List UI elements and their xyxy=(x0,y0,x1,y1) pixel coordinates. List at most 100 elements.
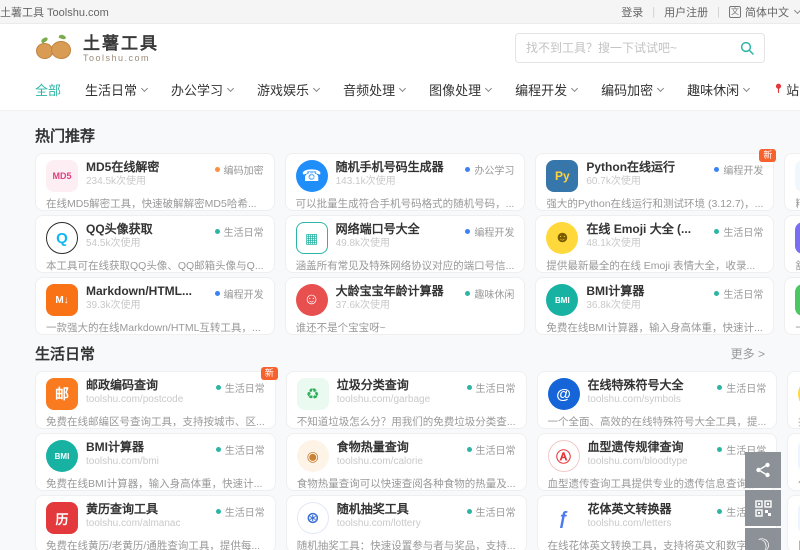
category-dot xyxy=(214,229,220,234)
nav-item-2[interactable]: 办公学习 xyxy=(171,80,235,99)
tool-subtitle: 143.1k次使用 xyxy=(335,176,396,187)
register-link[interactable]: 用户注册 xyxy=(664,4,708,20)
nav-item-0[interactable]: 全部 xyxy=(35,80,61,99)
category-tag: 生活日常 xyxy=(714,286,763,301)
card-top: ♻ 垃圾分类查询 toolshu.com/garbage 生活日常 xyxy=(296,378,516,410)
tool-title: 黄历查询工具 xyxy=(86,502,159,516)
language-selector[interactable]: 文 简体中文 xyxy=(729,4,800,20)
category-label: 生活日常 xyxy=(726,384,767,395)
postmark-icon: 邮 xyxy=(46,378,78,410)
tool-description: 在线MD5解密工具，快速破解解密MD5哈希... xyxy=(46,198,257,210)
tool-card[interactable]: ☻ 在线 Emoji 大全 (... 48.1k次使用 生活日常 提供最新最全的在线 E… xyxy=(535,215,775,273)
search-icon[interactable] xyxy=(740,41,754,55)
card-top: ▦ 网络端口号大全 49.8k次使用 编程开发 xyxy=(295,222,515,254)
tool-subtitle: toolshu.com/bmi xyxy=(86,456,159,467)
tool-card[interactable]: Q QQ头像获取 54.5k次使用 生活日常 本工具可在线获取QQ头像、QQ邮箱头像与Q… xyxy=(35,215,275,273)
share-icon xyxy=(756,462,770,478)
tool-card[interactable]: ☻在线 Emoji 大全 (...toolshu.com/emojiall生活日… xyxy=(787,371,800,429)
nav-item-7[interactable]: 编码加密 xyxy=(601,80,665,99)
tool-subtitle: 37.6k次使用 xyxy=(335,300,391,311)
tool-description: 精选目前可用的国内 Docker 镜像加速源，提... xyxy=(795,196,800,211)
nav-item-5[interactable]: 图像处理 xyxy=(429,80,493,99)
dark-mode-button[interactable]: ☽ xyxy=(745,528,781,550)
nav-item-9[interactable]: 站内服务 xyxy=(773,80,800,99)
category-label: 编程开发 xyxy=(474,228,515,239)
category-label: 生活日常 xyxy=(723,290,764,301)
category-dot xyxy=(466,385,472,390)
card-top: 邮邮政编码查询 toolshu.com/postcode 生活日常 xyxy=(46,378,265,410)
tool-subtitle: 54.5k次使用 xyxy=(86,238,141,249)
tool-card[interactable]: ABC线条字生成器toolshu.com/linetext生活日常使用线条字在线… xyxy=(787,433,800,491)
tool-title: QQ头像获取 xyxy=(86,222,153,236)
category-dot xyxy=(714,229,720,234)
card-top: BMI BMI计算器 36.8k次使用 生活日常 xyxy=(546,284,763,316)
category-dot xyxy=(215,385,221,390)
category-tag: 生活日常 xyxy=(214,224,264,239)
search-input[interactable] xyxy=(526,41,732,55)
tool-card[interactable]: ♻ 垃圾分类查询 toolshu.com/garbage 生活日常不知道垃圾怎么分？用… xyxy=(285,371,527,429)
tool-description: 不知道垃圾怎么分？用我们的免费垃圾分类查... xyxy=(296,416,516,428)
tool-card[interactable]: BMI BMI计算器 toolshu.com/bmi 生活日常 免费在线BMI计算器，输… xyxy=(35,433,276,491)
tool-card[interactable]: ▦舒尔特方格 - 注意...40.1k次使用游戏娱乐舒尔特方格是一种注意力训练游… xyxy=(784,215,800,273)
tool-subtitle: 39.3k次使用 xyxy=(86,300,141,311)
card-info: QQ头像获取 54.5k次使用 xyxy=(86,222,207,250)
tool-card[interactable]: MD5 MD5在线解密 234.5k次使用 编码加密 在线MD5解密工具，快速破解解密M… xyxy=(35,153,275,211)
category-label: 生活日常 xyxy=(475,384,516,395)
nav-item-1[interactable]: 生活日常 xyxy=(85,80,149,99)
tool-card[interactable]: ▦ 网络端口号大全 49.8k次使用 编程开发 涵盖所有常见及特殊网络协议对应的端口号信… xyxy=(284,215,526,273)
tool-card[interactable]: ☎ 随机手机号码生成器 143.1k次使用 办公学习 可以批量生成符合手机号码格式的随机… xyxy=(284,153,526,211)
tool-card[interactable]: ☺随机姓名生成器26.2k次使用办公学习一款强大的在线随机姓名生成器和抽取器，提… xyxy=(784,277,800,335)
card-top: Q QQ头像获取 54.5k次使用 生活日常 xyxy=(46,222,264,254)
tool-card[interactable]: 历黄历查询工具 toolshu.com/almanac 生活日常 免费在线黄历/老黄历… xyxy=(35,495,276,550)
nav-item-3[interactable]: 游戏娱乐 xyxy=(257,80,321,99)
category-label: 生活日常 xyxy=(224,384,265,395)
tool-card[interactable]: M↓ Markdown/HTML... 39.3k次使用 编程开发 一款强大的在线Mar… xyxy=(35,277,275,335)
more-link[interactable]: 更多 > xyxy=(731,345,765,362)
category-tag: 办公学习 xyxy=(465,162,514,177)
tool-subtitle: toolshu.com/calorie xyxy=(336,456,423,467)
category-label: 生活日常 xyxy=(223,228,264,239)
nav-item-label: 编码加密 xyxy=(601,83,654,98)
nav-item-6[interactable]: 编程开发 xyxy=(515,80,579,99)
section-head: 生活日常 更多 > xyxy=(35,343,765,364)
tool-card[interactable]: ƒ花体英文转换器toolshu.com/letters生活日常在线花体英文转换工… xyxy=(536,495,778,550)
category-dot xyxy=(714,167,720,172)
tool-card[interactable]: @ 在线特殊符号大全 toolshu.com/symbols 生活日常 一个全面、高效的… xyxy=(536,371,778,429)
share-button[interactable] xyxy=(745,452,781,488)
nav-item-label: 全部 xyxy=(35,83,62,98)
cursive-f-icon: ƒ xyxy=(547,502,580,534)
category-tag: 生活日常 xyxy=(466,504,516,519)
tool-card[interactable]: ⊛ 随机抽奖工具 toolshu.com/lottery 生活日常 随机抽奖工具：快速设… xyxy=(285,495,527,550)
category-dot xyxy=(215,509,221,514)
food-magnifier-icon: ◉ xyxy=(296,440,329,472)
category-dot xyxy=(214,167,220,172)
card-info: Markdown/HTML... 39.3k次使用 xyxy=(86,284,207,312)
category-dot xyxy=(214,291,220,296)
tool-card[interactable]: 新邮邮政编码查询 toolshu.com/postcode 生活日常 免费在线邮编区号… xyxy=(35,367,278,429)
site-logo[interactable]: 土薯工具 Toolshu.com xyxy=(35,32,159,64)
header: 土薯工具 Toolshu.com xyxy=(35,24,765,72)
tool-card[interactable]: 新 Py Python在线运行 60.7k次使用 编程开发 强大的Python在线运行和测… xyxy=(535,149,777,211)
tool-card[interactable]: ▣随机密码生成器toolshu.com/random_pass生活日常随机密码生… xyxy=(787,495,800,550)
card-info: 大龄宝宝年龄计算器 37.6k次使用 xyxy=(336,284,458,312)
tool-description: 一个全面、高效的在线特殊符号大全工具，提... xyxy=(547,416,767,428)
card-info: Python在线运行 60.7k次使用 xyxy=(586,160,706,188)
login-link[interactable]: 登录 xyxy=(621,4,643,20)
category-dot xyxy=(466,447,472,452)
tool-card[interactable]: ◉ 食物热量查询 toolshu.com/calorie 生活日常 食物热量查询可以快速… xyxy=(285,433,527,491)
tool-card[interactable]: BMI BMI计算器 36.8k次使用 生活日常 免费在线BMI计算器，输入身高体重，快… xyxy=(535,277,775,335)
new-badge: 新 xyxy=(260,367,278,380)
tool-card[interactable]: ☺ 大龄宝宝年龄计算器 37.6k次使用 趣味休闲 谁还不是个宝宝呀~ xyxy=(284,277,526,335)
tool-card[interactable]: D国内 Docker 镜像源toolshu.com/docker-mirror编… xyxy=(784,153,800,211)
tool-card[interactable]: Ⓐ血型遗传规律查询toolshu.com/bloodtype生活日常血型遗传查询… xyxy=(536,433,778,491)
search-box[interactable] xyxy=(515,33,765,63)
qrcode-icon xyxy=(754,499,772,517)
category-tag: 生活日常 xyxy=(215,504,265,519)
qrcode-button[interactable] xyxy=(745,490,781,526)
card-top: ⊛ 随机抽奖工具 toolshu.com/lottery 生活日常 xyxy=(296,502,516,534)
category-label: 生活日常 xyxy=(723,228,764,239)
nav-item-8[interactable]: 趣味休闲 xyxy=(687,80,751,99)
tool-subtitle: toolshu.com/lottery xyxy=(336,518,421,529)
at-symbol-icon: @ xyxy=(547,378,580,410)
nav-item-4[interactable]: 音频处理 xyxy=(343,80,407,99)
